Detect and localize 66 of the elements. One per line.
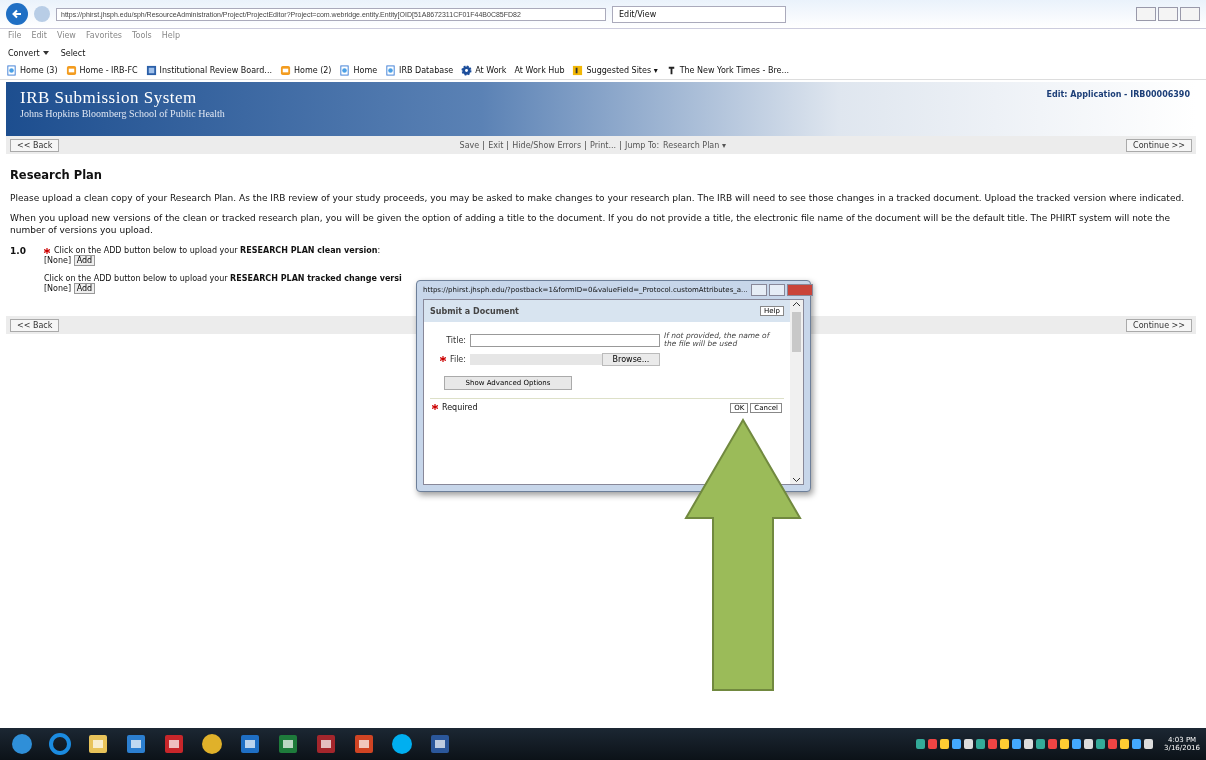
browser-tab[interactable]: Edit/View	[612, 5, 786, 23]
favorite-link[interactable]: At Work Hub	[514, 65, 565, 75]
minimize-button[interactable]	[750, 284, 767, 296]
favorite-link[interactable]: Home (3)	[20, 65, 58, 75]
required-icon	[432, 404, 438, 410]
question-number: 1.0	[10, 246, 26, 259]
favorite-link[interactable]: The New York Times - Bre...	[679, 65, 790, 75]
scroll-down-icon[interactable]	[792, 475, 801, 484]
field-label: Title:	[445, 335, 467, 345]
file-field[interactable]	[470, 353, 602, 365]
browse-button[interactable]: Browse...	[602, 352, 660, 366]
favorite-link[interactable]: Home (2)	[293, 65, 332, 75]
upload-value: [None]	[43, 256, 72, 266]
required-note: Required	[442, 402, 478, 412]
menu-item[interactable]: Tools	[132, 31, 152, 43]
back-link-button[interactable]: << Back	[10, 318, 60, 332]
title-field[interactable]	[470, 333, 660, 347]
add-button[interactable]: Add	[73, 255, 96, 267]
gear-icon	[461, 64, 473, 76]
favorite-link[interactable]: Home - IRB-FC	[79, 65, 138, 75]
menu-item[interactable]: Edit	[31, 31, 47, 43]
maximize-button[interactable]	[768, 284, 785, 296]
menu-item[interactable]: View	[56, 31, 76, 43]
menu-item[interactable]: Help	[161, 31, 180, 43]
back-button[interactable]	[6, 3, 28, 25]
continue-button[interactable]: Continue >>	[1126, 138, 1192, 152]
menu-item[interactable]: File	[8, 31, 22, 43]
favorite-link[interactable]: Suggested Sites ▾	[586, 65, 658, 75]
edit-label: Edit: Application - IRB00006390	[1046, 89, 1190, 101]
system-title: IRB Submission System	[20, 87, 198, 108]
upload-instruction: Click on the ADD button below to upload your RESEARCH PLAN tracked change versi	[43, 274, 402, 284]
page-icon	[6, 64, 17, 76]
continue-button[interactable]: Continue >>	[1126, 318, 1192, 332]
instruction-text: Please upload a clean copy of your Research Plan. As the IRB review of your study proceeds, you may be asked to make changes to your research plan. The IRB will need to see those changes in a tracked document. Upload the tracked version where indicated.	[10, 192, 1185, 205]
favorite-link[interactable]: Institutional Review Board...	[159, 65, 272, 75]
favorite-link[interactable]: Home	[353, 65, 378, 75]
page-icon	[385, 64, 397, 76]
favorite-link[interactable]: IRB Database	[399, 65, 454, 75]
caret-icon[interactable]	[42, 51, 49, 55]
menu-item[interactable]: Favorites	[85, 31, 122, 43]
upload-instruction: Click on the ADD button below to upload your RESEARCH PLAN clean version:	[53, 246, 381, 256]
jump-dropdown[interactable]: Research Plan ▾	[663, 140, 726, 150]
dialog-title: Submit a Document	[430, 306, 519, 316]
nav-link[interactable]: Print...	[590, 140, 622, 150]
scrollbar[interactable]	[790, 300, 803, 484]
toolbar-command[interactable]: Select	[60, 48, 86, 58]
nav-link[interactable]: Exit	[488, 140, 509, 150]
nav-link[interactable]: Hide/Show Errors	[512, 140, 587, 150]
page-icon	[339, 64, 351, 76]
scroll-thumb[interactable]	[792, 312, 801, 352]
back-arrow-icon	[11, 8, 23, 20]
jump-label: Jump To:	[625, 140, 660, 150]
school-name: Johns Hopkins Bloomberg School of Public Health	[20, 108, 225, 119]
add-button[interactable]: Add	[73, 283, 96, 295]
instruction-text: When you upload new versions of the clean or tracked research plan, you will be given the option of adding a title to the document. If you do not provide a title, the electronic file name of the document will be the default title. The PHIRT system will note the number of versions you upload.	[10, 212, 1172, 237]
field-label: File:	[434, 354, 470, 364]
upload-value: [None]	[43, 284, 72, 294]
close-button[interactable]	[1180, 7, 1200, 21]
scroll-up-icon[interactable]	[792, 300, 801, 309]
page-heading: Research Plan	[10, 168, 104, 182]
nav-link[interactable]: Save	[459, 140, 485, 150]
toolbar-command[interactable]: Convert	[8, 48, 40, 58]
restore-button[interactable]	[1158, 7, 1178, 21]
minimize-button[interactable]	[1136, 7, 1156, 21]
back-link-button[interactable]: << Back	[10, 138, 60, 152]
favorite-link[interactable]: At Work	[475, 65, 507, 75]
